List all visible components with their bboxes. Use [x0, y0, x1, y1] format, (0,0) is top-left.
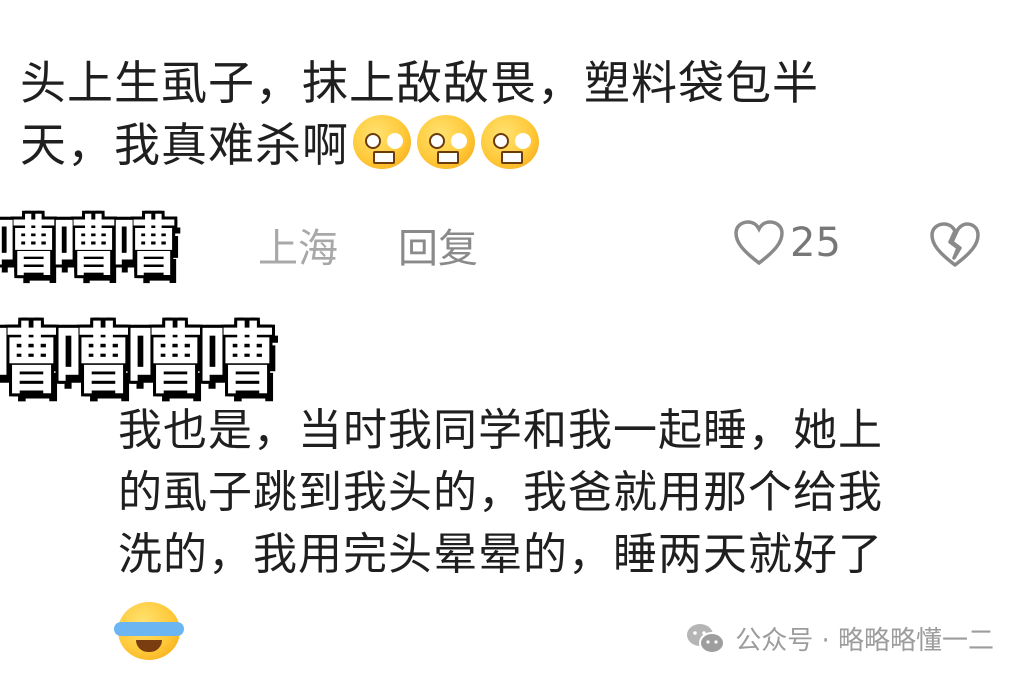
comment-text-line: 天，我真难杀啊 [20, 114, 920, 176]
crying-grimace-emoji-icon [417, 115, 475, 169]
reply-text: 我也是，当时我同学和我一起睡，她上 的虱子跳到我头的，我爸就用那个给我 洗的，我… [118, 400, 998, 586]
wechat-icon [687, 623, 726, 654]
like-button[interactable]: 25 [734, 220, 841, 266]
heart-icon [734, 220, 784, 266]
tears-of-joy-emoji-icon [114, 602, 184, 660]
crying-grimace-emoji-icon [481, 115, 539, 169]
sticker-overlay-line: 嘈嘈嘈 [0, 211, 176, 285]
reply-text-line: 我也是，当时我同学和我一起睡，她上 [118, 405, 883, 456]
dislike-button[interactable] [930, 222, 980, 272]
comment-location: 上海 [258, 226, 338, 272]
sticker-overlay-line: 嘈嘈嘈嘈 [0, 315, 274, 404]
reply-button[interactable]: 回复 [398, 216, 478, 274]
like-count: 25 [790, 220, 841, 266]
comment-text-line: 头上生虱子，抹上敌敌畏，塑料袋包半 [20, 56, 819, 110]
reply-text-line: 洗的，我用完头晕晕的，睡两天就好了 [118, 529, 883, 580]
reply-text-line: 的虱子跳到我头的，我爸就用那个给我 [118, 467, 883, 518]
watermark: 公众号 · 略略略懂一二 [685, 620, 994, 657]
crying-grimace-emoji-icon [353, 115, 411, 169]
comment-text: 头上生虱子，抹上敌敌畏，塑料袋包半 天，我真难杀啊 [20, 52, 920, 176]
emoji-group [353, 115, 539, 169]
broken-heart-icon [930, 222, 980, 267]
watermark-text: 公众号 · 略略略懂一二 [735, 626, 994, 656]
